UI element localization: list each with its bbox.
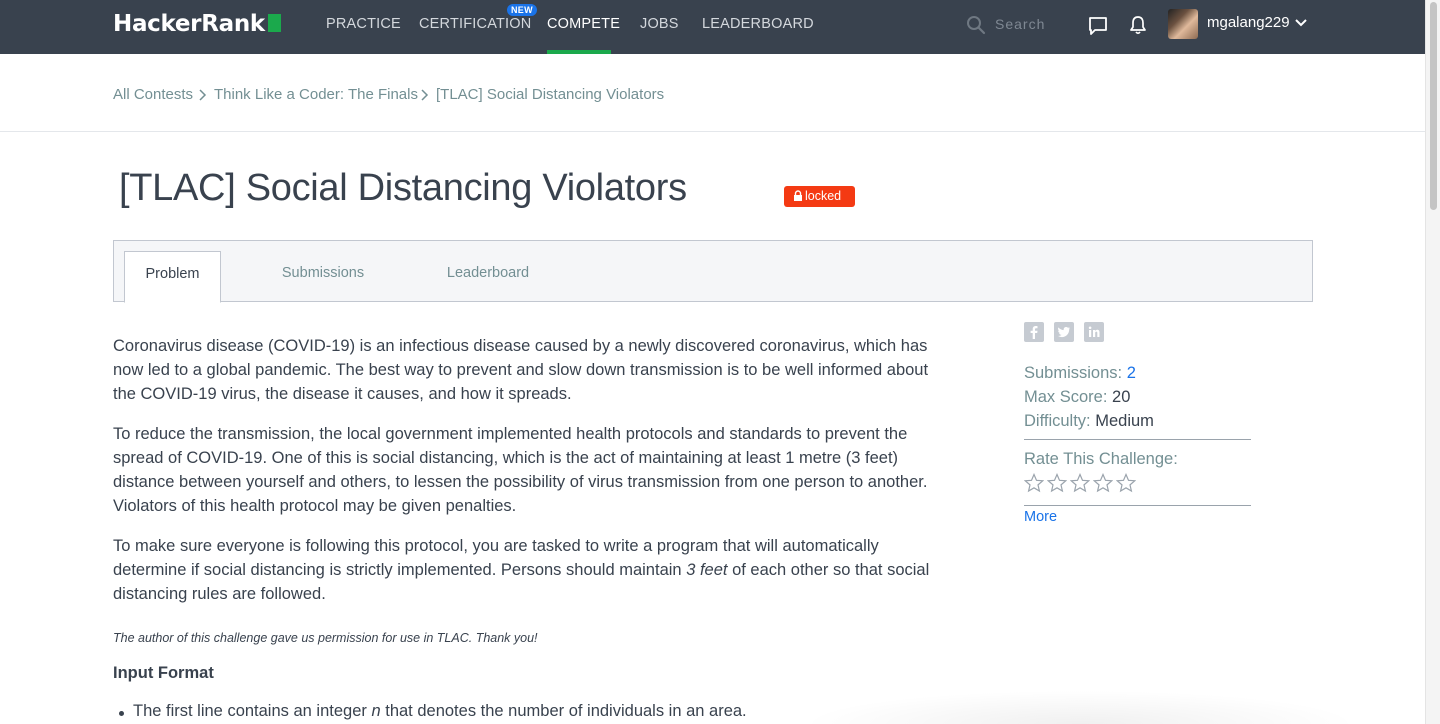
- page-title: [TLAC] Social Distancing Violators: [119, 167, 687, 209]
- star-rating: [1024, 473, 1139, 498]
- username[interactable]: mgalang229: [1207, 14, 1290, 31]
- paragraph-3-emphasis: 3 feet: [686, 561, 728, 579]
- tab-leaderboard[interactable]: Leaderboard: [426, 251, 550, 302]
- tab-problem[interactable]: Problem: [124, 251, 221, 303]
- breadcrumb-chevron-right-icon: [199, 89, 207, 101]
- logo-text: HackerRank: [113, 11, 265, 37]
- hackerrank-logo[interactable]: HackerRank: [113, 11, 281, 37]
- bullet-variable: n: [371, 702, 381, 720]
- challenge-tabs: Problem Submissions Leaderboard: [113, 240, 1313, 303]
- page-scrollbar[interactable]: [1425, 0, 1440, 724]
- max-score-value: 20: [1112, 388, 1131, 406]
- linkedin-icon[interactable]: [1084, 322, 1104, 342]
- nav-leaderboard[interactable]: LEADERBOARD: [702, 16, 814, 32]
- problem-paragraph-1: Coronavirus disease (COVID-19) is an inf…: [113, 337, 929, 403]
- problem-paragraph-2: To reduce the transmission, the local go…: [113, 425, 928, 515]
- star-icon[interactable]: [1116, 473, 1136, 493]
- difficulty-value: Medium: [1095, 412, 1154, 430]
- input-format-bullet: The first line contains an integer n tha…: [119, 702, 747, 721]
- messages-icon[interactable]: [1087, 15, 1109, 37]
- breadcrumb: All Contests Think Like a Coder: The Fin…: [0, 54, 1425, 132]
- star-icon[interactable]: [1070, 473, 1090, 493]
- sidebar-divider: [1024, 439, 1251, 440]
- breadcrumb-all-contests[interactable]: All Contests: [113, 86, 193, 103]
- breadcrumb-chevron-right-icon: [421, 89, 429, 101]
- bullet-text: The first line contains an integer: [133, 702, 372, 720]
- submissions-count-link[interactable]: 2: [1127, 364, 1136, 382]
- locked-label: locked: [805, 189, 842, 203]
- rate-challenge-label: Rate This Challenge:: [1024, 450, 1178, 468]
- difficulty-stat: Difficulty: Medium: [1024, 412, 1154, 431]
- more-link[interactable]: More: [1024, 509, 1057, 525]
- logo-square: [267, 14, 281, 32]
- nav-compete[interactable]: COMPETE: [547, 16, 620, 32]
- nav-practice[interactable]: PRACTICE: [326, 16, 401, 32]
- author-credit: The author of this challenge gave us per…: [113, 631, 538, 645]
- tab-submissions[interactable]: Submissions: [264, 251, 382, 302]
- sidebar-divider: [1024, 505, 1251, 506]
- lock-icon: [794, 190, 802, 201]
- nav-certification[interactable]: CERTIFICATION: [419, 16, 531, 32]
- user-avatar[interactable]: [1168, 9, 1198, 39]
- nav-jobs[interactable]: JOBS: [640, 16, 679, 32]
- problem-paragraph-3: To make sure everyone is following this …: [113, 534, 943, 606]
- difficulty-label: Difficulty:: [1024, 412, 1091, 430]
- breadcrumb-challenge[interactable]: [TLAC] Social Distancing Violators: [436, 86, 664, 103]
- breadcrumb-contest[interactable]: Think Like a Coder: The Finals: [214, 86, 418, 103]
- twitter-icon[interactable]: [1054, 322, 1074, 342]
- notifications-bell-icon[interactable]: [1128, 14, 1148, 36]
- locked-badge: locked: [784, 186, 855, 207]
- star-icon[interactable]: [1093, 473, 1113, 493]
- chevron-down-icon[interactable]: [1294, 16, 1308, 30]
- new-badge: NEW: [507, 4, 537, 16]
- top-navbar: HackerRank PRACTICE CERTIFICATION NEW CO…: [0, 0, 1425, 54]
- star-icon[interactable]: [1047, 473, 1067, 493]
- input-format-heading: Input Format: [113, 664, 214, 682]
- scrollbar-thumb[interactable]: [1430, 2, 1437, 210]
- search-icon[interactable]: [966, 15, 986, 35]
- facebook-icon[interactable]: [1024, 322, 1044, 342]
- max-score-label: Max Score:: [1024, 388, 1108, 406]
- bullet-text-end: that denotes the number of individuals i…: [380, 702, 747, 720]
- bottom-shadow: [800, 690, 1360, 724]
- search-input[interactable]: [995, 13, 1065, 35]
- submissions-stat: Submissions: 2: [1024, 364, 1136, 383]
- submissions-label: Submissions:: [1024, 364, 1123, 382]
- star-icon[interactable]: [1024, 473, 1044, 493]
- max-score-stat: Max Score: 20: [1024, 388, 1130, 407]
